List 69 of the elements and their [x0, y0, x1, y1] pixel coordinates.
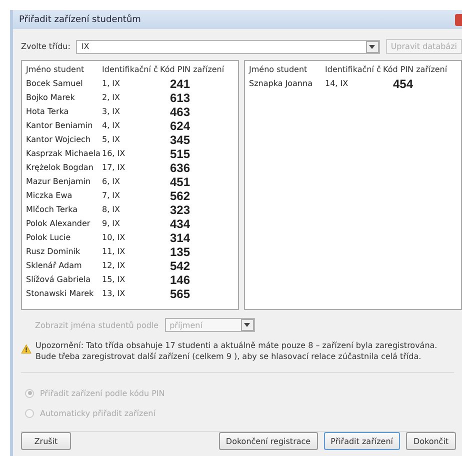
pin-code: 454: [392, 77, 414, 91]
pin-code: 636: [169, 161, 192, 175]
student-id: 7, IX: [102, 190, 122, 202]
student-id: 5, IX: [102, 134, 122, 146]
caret-icon: [244, 323, 250, 327]
pin-code: 565: [169, 287, 192, 301]
pin-code: 345: [169, 133, 192, 147]
name-display-label: Zobrazit jména studentů podle: [35, 320, 159, 330]
student-name: Stonawski Marek: [26, 288, 95, 300]
student-name: Slížová Gabriela: [26, 274, 92, 286]
pin-code: 451: [169, 175, 192, 189]
student-id: 16, IX: [102, 148, 126, 160]
class-label: Zvolte třídu:: [21, 42, 70, 51]
dialog-button[interactable]: Dokončit: [406, 432, 456, 450]
student-name: Rusz Dominik: [26, 246, 82, 258]
column-header[interactable]: Kód PIN zařízení: [160, 63, 234, 77]
student-id: 15, IX: [102, 274, 126, 286]
close-button[interactable]: [455, 14, 462, 26]
column-header[interactable]: Identifikační č: [325, 63, 383, 77]
class-dropdown[interactable]: IX: [76, 40, 380, 54]
pin-code: 241: [169, 77, 192, 91]
student-name: Miczka Ewa: [26, 190, 74, 202]
dialog-button[interactable]: Přiřadit zařízení: [324, 432, 400, 450]
student-name: Mazur Benjamin: [26, 176, 92, 188]
pin-code: 542: [169, 259, 192, 273]
student-id: 12, IX: [102, 260, 126, 272]
dialog-button[interactable]: Dokončení registrace: [218, 432, 318, 450]
student-id: 9, IX: [102, 218, 122, 230]
pin-code: 434: [169, 217, 192, 231]
student-name: Kasprzak Michaela: [26, 148, 102, 160]
dialog-button[interactable]: Zrušit: [21, 432, 71, 450]
student-name: Krężelok Bogdan: [26, 162, 94, 174]
column-header[interactable]: Identifikační č: [102, 63, 160, 77]
student-id: 2, IX: [102, 92, 122, 104]
column-header[interactable]: Jméno student: [249, 63, 325, 77]
student-name: Polok Alexander: [26, 218, 92, 230]
student-id: 11, IX: [102, 246, 126, 258]
student-name: Hota Terka: [26, 106, 70, 118]
column-header[interactable]: Kód PIN zařízení: [383, 63, 457, 77]
pin-code: 135: [169, 245, 192, 259]
student-name: Bojko Marek: [26, 92, 76, 104]
student-name: Sklenář Adam: [26, 260, 83, 272]
pin-code: 515: [169, 147, 192, 161]
student-id: 6, IX: [102, 176, 122, 188]
student-id: 14, IX: [325, 78, 350, 90]
student-name: Bocek Samuel: [26, 78, 84, 90]
pin-code: 463: [169, 105, 192, 119]
column-header[interactable]: Jméno student: [26, 63, 102, 77]
student-name: Mlčoch Terka: [26, 204, 79, 216]
student-id: 3, IX: [102, 106, 122, 118]
student-id: 13, IX: [102, 288, 126, 300]
pin-code: 562: [169, 189, 192, 203]
pin-code: 323: [169, 203, 192, 217]
student-id: 4, IX: [102, 120, 122, 132]
student-id: 8, IX: [102, 204, 122, 216]
warning-message: Upozornění: Tato třída obsahuje 17 studenti a aktuálně máte pouze 8 – zařízení byla zaregistrována. Bude třeba zaregistrovat další zařízení (celkem 9 ), aby se hlasovací relace zúčastnila celá třída.: [36, 340, 438, 362]
pin-code: 624: [169, 119, 192, 133]
student-name: Polok Lucie: [26, 232, 72, 244]
student-name: Kantor Beniamin: [26, 120, 94, 132]
pin-code: 613: [169, 91, 192, 105]
caret-icon: [369, 44, 376, 48]
student-name: Kantor Wojciech: [26, 134, 92, 146]
student-id: 10, IX: [102, 232, 126, 244]
student-id: 1, IX: [102, 78, 122, 90]
window-title: Přiřadit zařízení studentům: [19, 14, 141, 24]
pin-code: 146: [169, 273, 192, 287]
pin-code: 314: [169, 231, 192, 245]
student-name: Sznapka Joanna: [249, 78, 314, 90]
student-id: 17, IX: [102, 162, 126, 174]
